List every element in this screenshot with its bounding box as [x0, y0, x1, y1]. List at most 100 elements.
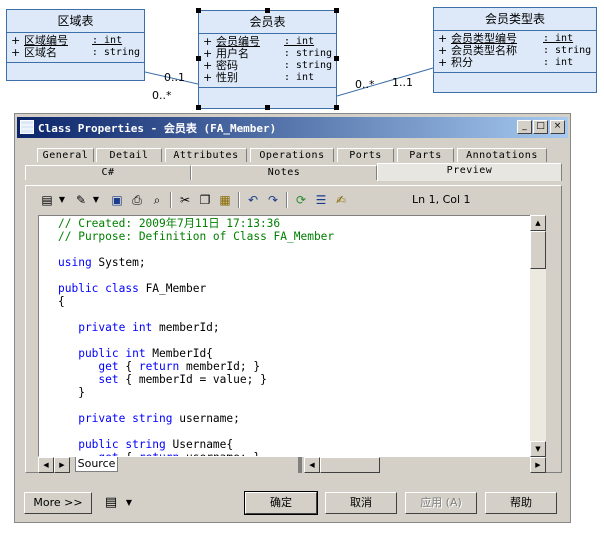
multiplicity-label: 0..1 [164, 71, 185, 84]
code-token: { [58, 295, 65, 308]
tab-operations[interactable]: Operations [250, 148, 334, 162]
code-token: memberId; [152, 321, 220, 334]
tab-annotations[interactable]: Annotations [457, 148, 547, 162]
edit-icon[interactable]: ✎ [73, 192, 89, 208]
selection-handle[interactable] [196, 56, 201, 61]
minimize-button[interactable]: _ [517, 120, 532, 134]
selection-handle[interactable] [334, 56, 339, 61]
attribute-type: : int [543, 33, 574, 44]
edit-template-icon[interactable]: ✍ [333, 192, 349, 208]
class-properties-dialog: Class Properties - 会员表 (FA_Member) _ □ ×… [14, 113, 571, 523]
scroll-right-button[interactable]: ▶ [530, 457, 546, 473]
more-button[interactable]: More >> [24, 492, 92, 514]
cancel-button[interactable]: 取消 [325, 492, 397, 514]
tab-csharp[interactable]: C# [25, 165, 191, 180]
horizontal-scroll-thumb[interactable] [320, 457, 380, 473]
attribute-row[interactable]: + 积分 : int [438, 57, 592, 69]
attribute-type: : int [543, 57, 574, 68]
find-icon[interactable]: ⌕ [149, 192, 165, 208]
code-keyword: return [138, 360, 180, 373]
code-token: FA_Member [138, 282, 207, 295]
selection-handle[interactable] [196, 8, 201, 13]
close-button[interactable]: × [550, 120, 565, 134]
code-token: memberId; } [179, 360, 261, 373]
code-line: { [58, 295, 334, 308]
code-line: private string username; [58, 412, 334, 425]
tab-preview[interactable]: Preview [377, 163, 562, 181]
code-line: private int memberId; [58, 321, 334, 334]
tab-scroll-right-button[interactable]: ▶ [54, 457, 70, 473]
code-line: public int MemberId{ [58, 347, 334, 360]
editor-menu-icon[interactable]: ▤ [39, 192, 55, 208]
visibility-marker: + [11, 46, 21, 59]
code-keyword: private string [58, 412, 173, 425]
scroll-down-button[interactable]: ▼ [530, 441, 546, 457]
selection-handle[interactable] [334, 105, 339, 110]
paste-icon[interactable]: ▦ [217, 192, 233, 208]
visibility-marker: + [438, 56, 448, 69]
tab-scroll-left-button[interactable]: ◀ [38, 457, 54, 473]
maximize-button[interactable]: □ [533, 120, 548, 134]
tab-parts[interactable]: Parts [397, 148, 454, 162]
vertical-scrollbar[interactable]: ▲ ▼ [530, 215, 546, 457]
code-token: { memberId = value; } [118, 373, 267, 386]
attribute-type: : int [92, 35, 123, 46]
help-button[interactable]: 帮助 [485, 492, 557, 514]
chevron-down-icon[interactable]: ▼ [121, 495, 137, 511]
attribute-type: : string [543, 45, 592, 56]
redo-icon[interactable]: ↷ [265, 192, 281, 208]
tab-general[interactable]: General [37, 148, 94, 162]
cut-icon[interactable]: ✂ [177, 192, 193, 208]
copy-icon[interactable]: ❐ [197, 192, 213, 208]
attribute-list: + 区域编号: int + 区域名: string [7, 33, 144, 63]
code-line: public class FA_Member [58, 282, 334, 295]
attribute-name: 性别 [216, 71, 238, 84]
selection-handle[interactable] [334, 8, 339, 13]
class-member[interactable]: 会员表 + 会员编号: int + 用户名: string + 密码: string + 性别… [198, 10, 337, 109]
code-line: set { memberId = value; } [58, 373, 334, 386]
tab-detail[interactable]: Detail [96, 148, 162, 162]
code-line: public string Username{ [58, 438, 334, 451]
chevron-down-icon[interactable]: ▼ [54, 192, 70, 208]
class-region[interactable]: 区域表 + 区域编号: int + 区域名: string [6, 9, 145, 81]
layout-menu-icon[interactable]: ▤ [103, 495, 119, 511]
attribute-row[interactable]: + 性别: int [203, 72, 332, 84]
class-window-icon [20, 120, 34, 134]
class-title: 区域表 [7, 10, 144, 33]
class-member-type[interactable]: 会员类型表 + 会员类型编号: int + 会员类型名称: string + 积分: in… [433, 7, 597, 93]
code-preview[interactable]: // Created: 2009年7月11日 17:13:36// Purpos… [38, 215, 546, 457]
code-keyword: private int [58, 321, 153, 334]
save-icon[interactable]: ▣ [109, 192, 125, 208]
source-tab[interactable]: Source [75, 457, 118, 472]
multiplicity-label: 1..1 [392, 76, 413, 89]
scroll-up-button[interactable]: ▲ [530, 215, 546, 231]
code-keyword: public int [58, 347, 146, 360]
chevron-down-icon[interactable]: ▼ [88, 192, 104, 208]
code-line: // Purpose: Definition of Class FA_Membe… [58, 230, 334, 243]
undo-icon[interactable]: ↶ [245, 192, 261, 208]
scroll-thumb[interactable] [530, 231, 546, 269]
dialog-title: Class Properties - 会员表 (FA_Member) [38, 122, 277, 135]
selection-handle[interactable] [265, 8, 270, 13]
dialog-titlebar[interactable]: Class Properties - 会员表 (FA_Member) _ □ × [17, 117, 568, 138]
ok-button[interactable]: 确定 [244, 491, 318, 515]
multiplicity-label: 0..* [355, 78, 375, 91]
attribute-name: 区域名 [23, 46, 57, 59]
tab-attributes[interactable]: Attributes [165, 148, 247, 162]
tab-ports[interactable]: Ports [337, 148, 394, 162]
properties-icon[interactable]: ☰ [313, 192, 329, 208]
attribute-row[interactable]: + 区域名: string [11, 47, 140, 59]
splitter[interactable] [298, 457, 302, 473]
multiplicity-label: 0..* [152, 89, 172, 102]
attribute-name: 积分 [451, 56, 473, 69]
refresh-icon[interactable]: ⟳ [293, 192, 309, 208]
selection-handle[interactable] [196, 105, 201, 110]
code-comment: // Created: 2009年7月11日 17:13:36 [58, 217, 281, 230]
tab-notes[interactable]: Notes [191, 165, 377, 180]
print-icon[interactable]: ⎙ [129, 192, 145, 208]
selection-handle[interactable] [265, 105, 270, 110]
scroll-left-button[interactable]: ◀ [304, 457, 320, 473]
attribute-list: + 会员类型编号: int + 会员类型名称: string + 积分: int [434, 31, 596, 73]
code-line: using System; [58, 256, 334, 269]
apply-button[interactable]: 应用 (A) [405, 492, 477, 514]
